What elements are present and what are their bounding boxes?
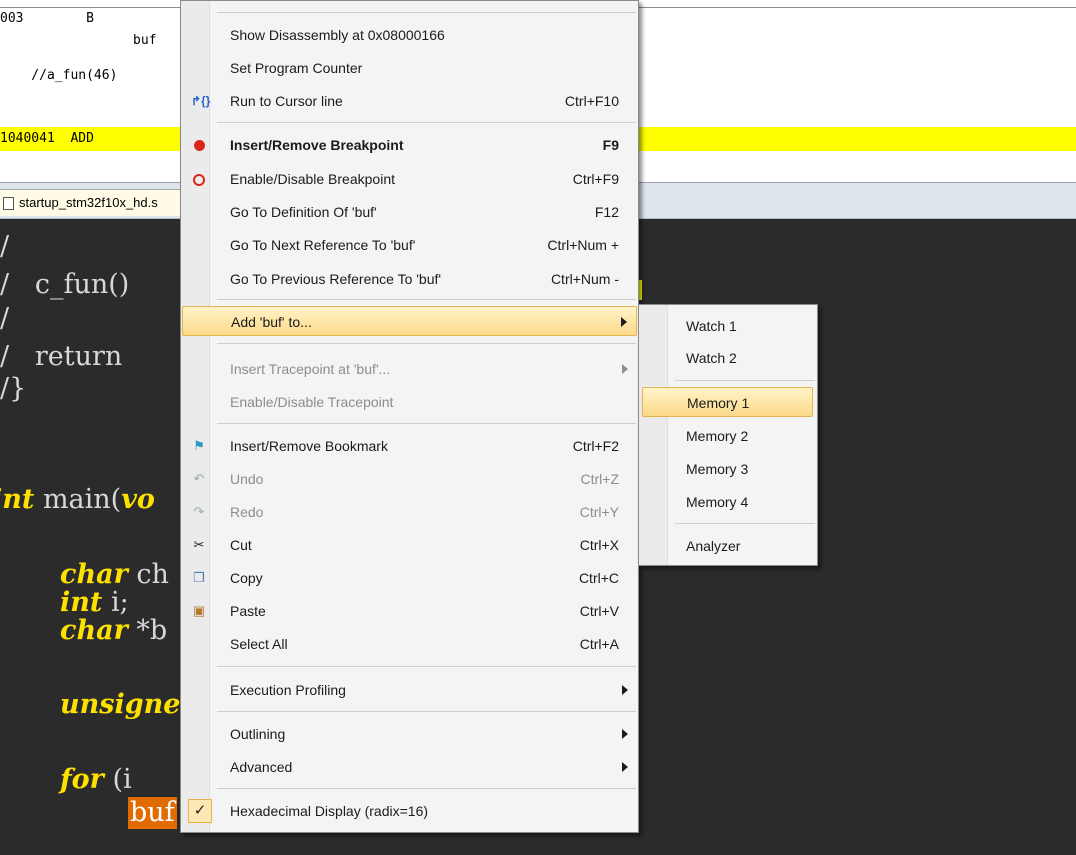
menu-item-go-to-next-reference[interactable]: Go To Next Reference To 'buf' Ctrl+Num + [182, 230, 637, 260]
code-line: / [0, 303, 10, 334]
menu-item-insert-remove-breakpoint[interactable]: Insert/Remove Breakpoint F9 [182, 130, 637, 160]
menu-item-add-buf-to[interactable]: Add 'buf' to... [182, 306, 637, 336]
undo-icon: ↶ [193, 471, 205, 486]
run-to-cursor-icon: ↱{} [191, 94, 211, 108]
separator [675, 380, 815, 381]
submenu-item-analyzer[interactable]: Analyzer [642, 531, 813, 561]
menu-item-advanced[interactable]: Advanced [182, 752, 637, 782]
scissors-icon: ✂ [193, 537, 205, 552]
menu-item-insert-tracepoint[interactable]: Insert Tracepoint at 'buf'... [182, 354, 637, 384]
separator [217, 299, 636, 300]
submenu-arrow-icon [622, 729, 628, 739]
code-line: unsigne [60, 689, 181, 720]
menu-item-go-to-definition[interactable]: Go To Definition Of 'buf' F12 [182, 197, 637, 227]
separator [217, 343, 636, 344]
menu-item-redo[interactable]: ↷ Redo Ctrl+Y [182, 497, 637, 527]
menu-item-select-all[interactable]: Select All Ctrl+A [182, 629, 637, 659]
code-line: / return [0, 341, 123, 372]
separator [217, 711, 636, 712]
code-line: / c_fun() [0, 269, 130, 300]
paste-icon: ▣ [192, 603, 206, 618]
menu-item-outlining[interactable]: Outlining [182, 719, 637, 749]
code-line-main: int main(vo [0, 484, 155, 515]
menu-item-execution-profiling[interactable]: Execution Profiling [182, 675, 637, 705]
tab-label: startup_stm32f10x_hd.s [19, 195, 158, 210]
code-line: /} [0, 373, 27, 404]
add-to-submenu: Watch 1 Watch 2 Memory 1 Memory 2 Memory… [638, 304, 818, 566]
context-menu: Show Disassembly at 0x08000166 Set Progr… [180, 0, 639, 833]
submenu-item-memory-4[interactable]: Memory 4 [642, 487, 813, 517]
separator [217, 12, 636, 13]
menu-item-go-to-previous-reference[interactable]: Go To Previous Reference To 'buf' Ctrl+N… [182, 264, 637, 294]
menu-item-enable-disable-breakpoint[interactable]: Enable/Disable Breakpoint Ctrl+F9 [182, 164, 637, 194]
menu-item-hexadecimal-display[interactable]: ✓ Hexadecimal Display (radix=16) [182, 796, 637, 826]
submenu-arrow-icon [622, 762, 628, 772]
checkmark-icon: ✓ [188, 799, 212, 823]
submenu-item-memory-1[interactable]: Memory 1 [642, 387, 813, 417]
menu-item-set-program-counter[interactable]: Set Program Counter [182, 53, 637, 83]
code-line: char *b [60, 615, 168, 646]
menu-item-run-to-cursor[interactable]: ↱{} Run to Cursor line Ctrl+F10 [182, 86, 637, 116]
menu-item-copy[interactable]: ❐ Copy Ctrl+C [182, 563, 637, 593]
submenu-arrow-icon [622, 685, 628, 695]
separator [675, 523, 815, 524]
separator [217, 122, 636, 123]
menu-item-enable-disable-tracepoint[interactable]: Enable/Disable Tracepoint [182, 387, 637, 417]
file-icon [3, 197, 14, 210]
breakpoint-icon [191, 137, 207, 153]
menu-item-undo[interactable]: ↶ Undo Ctrl+Z [182, 464, 637, 494]
menu-item-cut[interactable]: ✂ Cut Ctrl+X [182, 530, 637, 560]
code-line: for (i [60, 764, 132, 795]
breakpoint-outline-icon [191, 171, 207, 187]
submenu-item-memory-2[interactable]: Memory 2 [642, 421, 813, 451]
selected-word[interactable]: buf [128, 797, 177, 829]
submenu-arrow-icon [622, 364, 628, 374]
menu-item-show-disassembly[interactable]: Show Disassembly at 0x08000166 [182, 20, 637, 50]
submenu-item-watch-2[interactable]: Watch 2 [642, 343, 813, 373]
disasm-line[interactable]: 1040041 ADD [0, 128, 94, 150]
separator [217, 666, 636, 667]
tab-startup-file[interactable]: startup_stm32f10x_hd.s [0, 189, 198, 216]
separator [217, 788, 636, 789]
disasm-line[interactable]: buf [0, 30, 157, 52]
submenu-arrow-icon [621, 317, 627, 327]
code-line: / [0, 231, 10, 262]
editor-background [818, 300, 1076, 575]
menu-item-insert-remove-bookmark[interactable]: ⚑ Insert/Remove Bookmark Ctrl+F2 [182, 431, 637, 461]
disasm-line[interactable]: //a_fun(46) [0, 65, 117, 87]
disasm-line[interactable]: 003 B [0, 8, 94, 30]
redo-icon: ↷ [193, 504, 205, 519]
bookmark-flag-icon: ⚑ [193, 438, 205, 453]
submenu-item-memory-3[interactable]: Memory 3 [642, 454, 813, 484]
separator [217, 423, 636, 424]
menu-item-paste[interactable]: ▣ Paste Ctrl+V [182, 596, 637, 626]
submenu-item-watch-1[interactable]: Watch 1 [642, 311, 813, 341]
copy-icon: ❐ [193, 570, 205, 585]
